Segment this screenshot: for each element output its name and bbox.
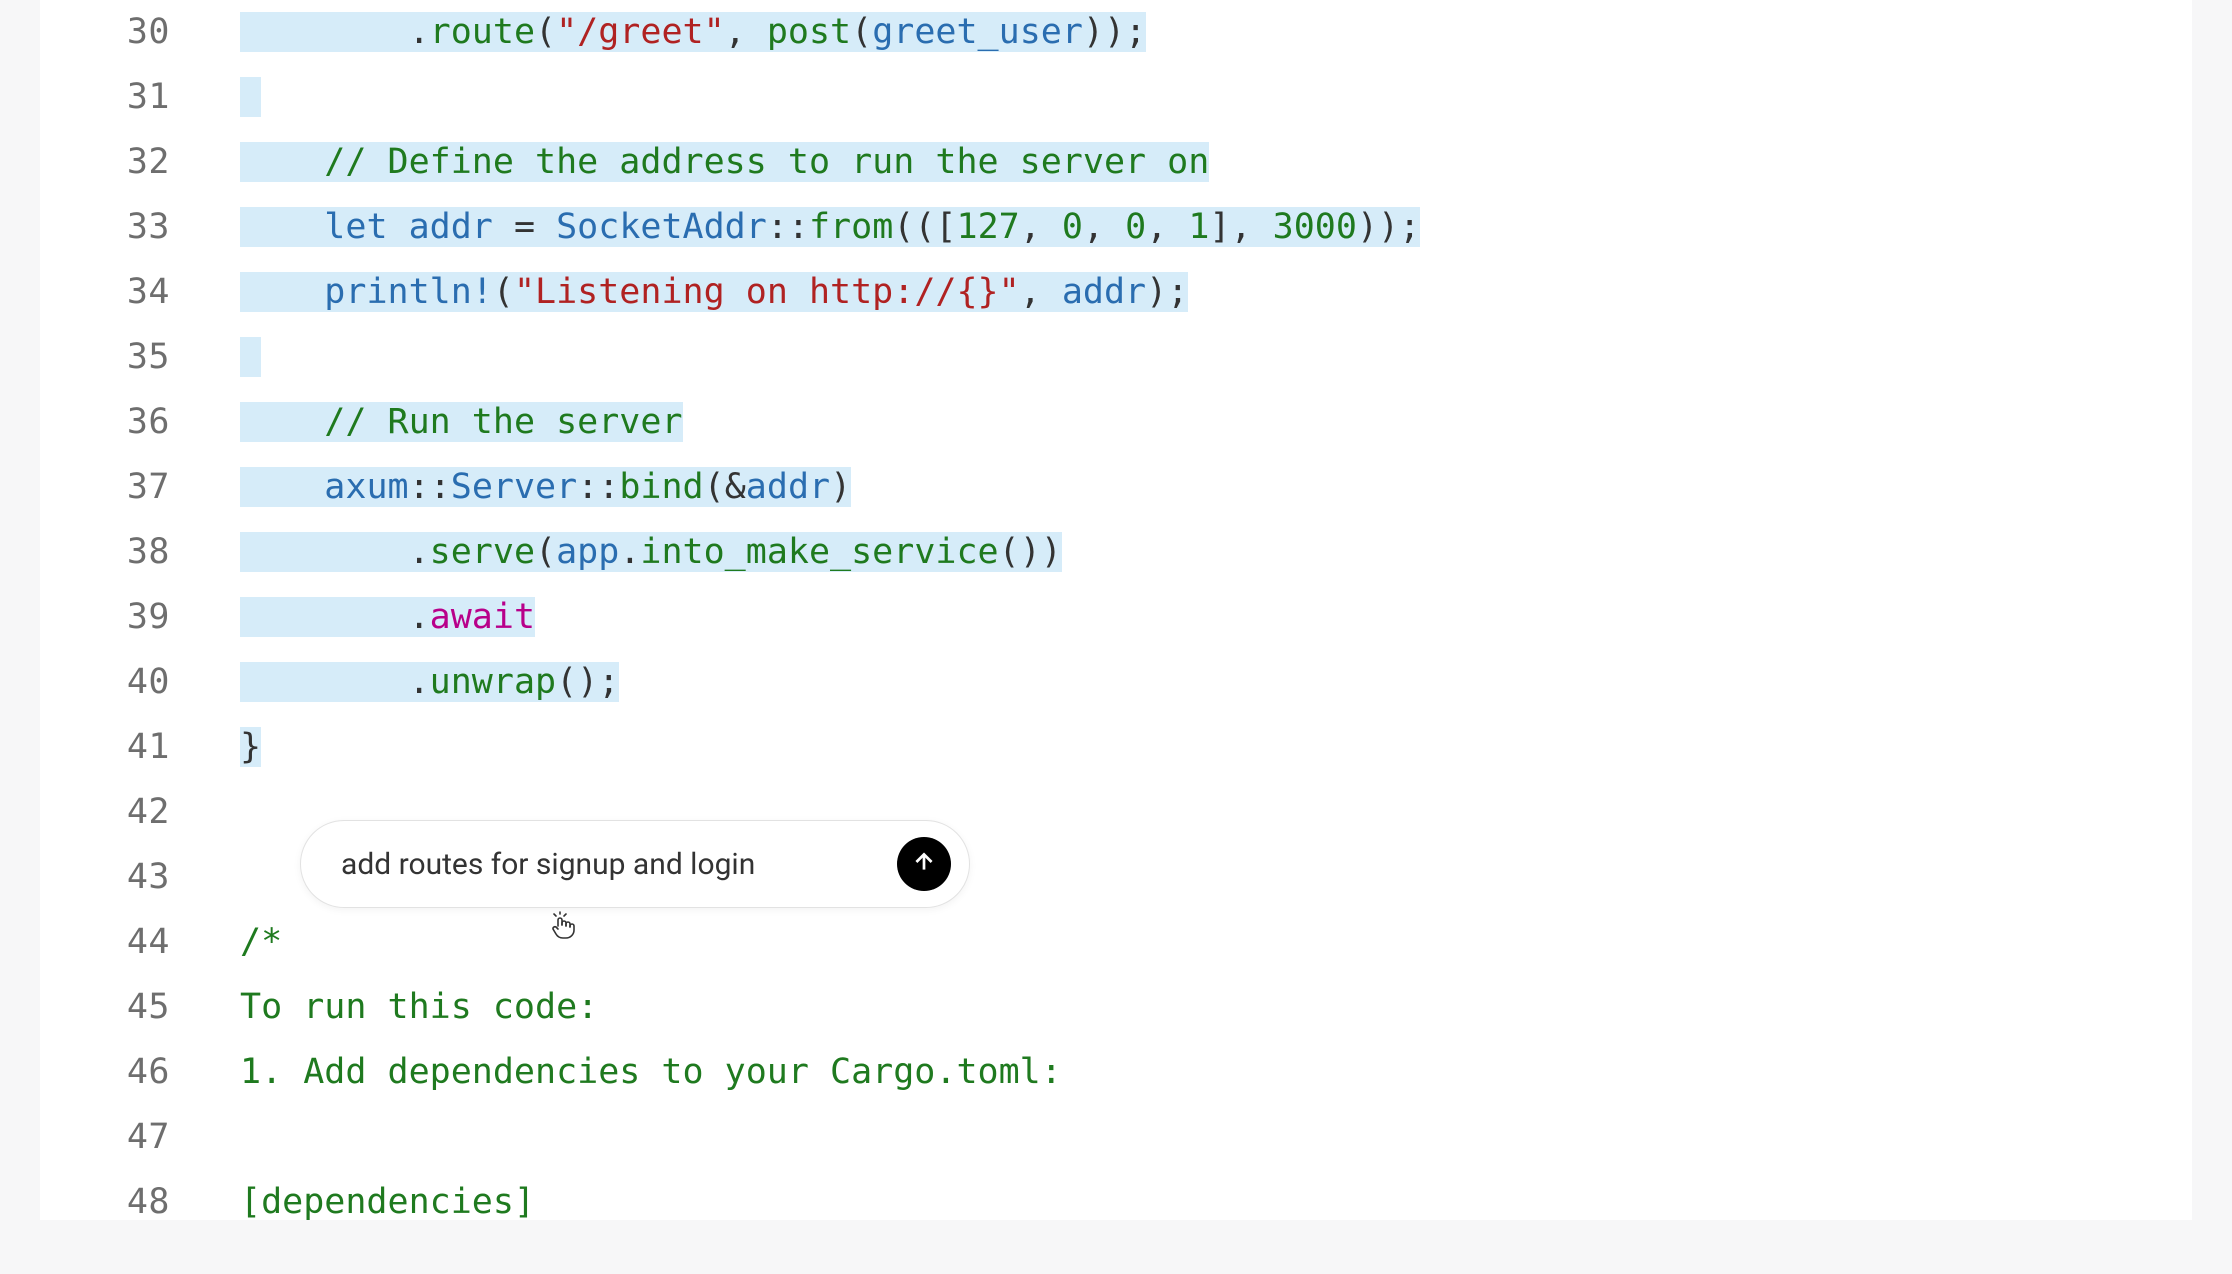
code-line[interactable]: 39 .await [40,585,2192,650]
line-number: 31 [40,65,240,130]
line-number: 38 [40,520,240,585]
line-number: 44 [40,910,240,975]
code-line[interactable]: 35 [40,325,2192,390]
submit-button[interactable] [897,837,951,891]
code-line[interactable]: 37 axum::Server::bind(&addr) [40,455,2192,520]
line-number: 46 [40,1040,240,1105]
code-line[interactable]: 33 let addr = SocketAddr::from(([127, 0,… [40,195,2192,260]
code-line[interactable]: 31 [40,65,2192,130]
code-line[interactable]: 41} [40,715,2192,780]
code-line[interactable]: 47 [40,1105,2192,1170]
line-number: 45 [40,975,240,1040]
line-number: 42 [40,780,240,845]
line-number: 35 [40,325,240,390]
code-line[interactable]: 30 .route("/greet", post(greet_user)); [40,0,2192,65]
code-content[interactable]: } [240,715,2192,780]
line-number: 43 [40,845,240,910]
code-line[interactable]: 32 // Define the address to run the serv… [40,130,2192,195]
line-number: 33 [40,195,240,260]
prompt-input[interactable] [341,847,897,882]
code-content[interactable]: [dependencies] [240,1170,2192,1220]
code-content[interactable]: To run this code: [240,975,2192,1040]
line-number: 37 [40,455,240,520]
code-content[interactable] [240,1105,2192,1170]
code-content[interactable]: 1. Add dependencies to your Cargo.toml: [240,1040,2192,1105]
line-number: 40 [40,650,240,715]
code-line[interactable]: 38 .serve(app.into_make_service()) [40,520,2192,585]
code-editor[interactable]: 30 .route("/greet", post(greet_user));31… [40,0,2192,1220]
code-line[interactable]: 461. Add dependencies to your Cargo.toml… [40,1040,2192,1105]
code-content[interactable] [240,325,2192,390]
code-content[interactable]: .route("/greet", post(greet_user)); [240,0,2192,65]
code-line[interactable]: 48[dependencies] [40,1170,2192,1220]
line-number: 36 [40,390,240,455]
code-content[interactable]: println!("Listening on http://{}", addr)… [240,260,2192,325]
code-content[interactable]: .serve(app.into_make_service()) [240,520,2192,585]
code-content[interactable]: // Define the address to run the server … [240,130,2192,195]
code-content[interactable]: let addr = SocketAddr::from(([127, 0, 0,… [240,195,2192,260]
code-content[interactable]: // Run the server [240,390,2192,455]
line-number: 34 [40,260,240,325]
line-number: 32 [40,130,240,195]
cursor-pointer-icon [548,910,580,942]
line-number: 39 [40,585,240,650]
inline-prompt-bar[interactable] [300,820,970,908]
line-number: 48 [40,1170,240,1220]
code-content[interactable]: .unwrap(); [240,650,2192,715]
code-line[interactable]: 44/* [40,910,2192,975]
code-content[interactable]: /* [240,910,2192,975]
code-line[interactable]: 45To run this code: [40,975,2192,1040]
code-content[interactable]: .await [240,585,2192,650]
code-line[interactable]: 36 // Run the server [40,390,2192,455]
code-content[interactable]: axum::Server::bind(&addr) [240,455,2192,520]
code-content[interactable] [240,65,2192,130]
line-number: 47 [40,1105,240,1170]
line-number: 41 [40,715,240,780]
code-line[interactable]: 40 .unwrap(); [40,650,2192,715]
line-number: 30 [40,0,240,65]
arrow-up-icon [911,849,937,879]
code-line[interactable]: 34 println!("Listening on http://{}", ad… [40,260,2192,325]
